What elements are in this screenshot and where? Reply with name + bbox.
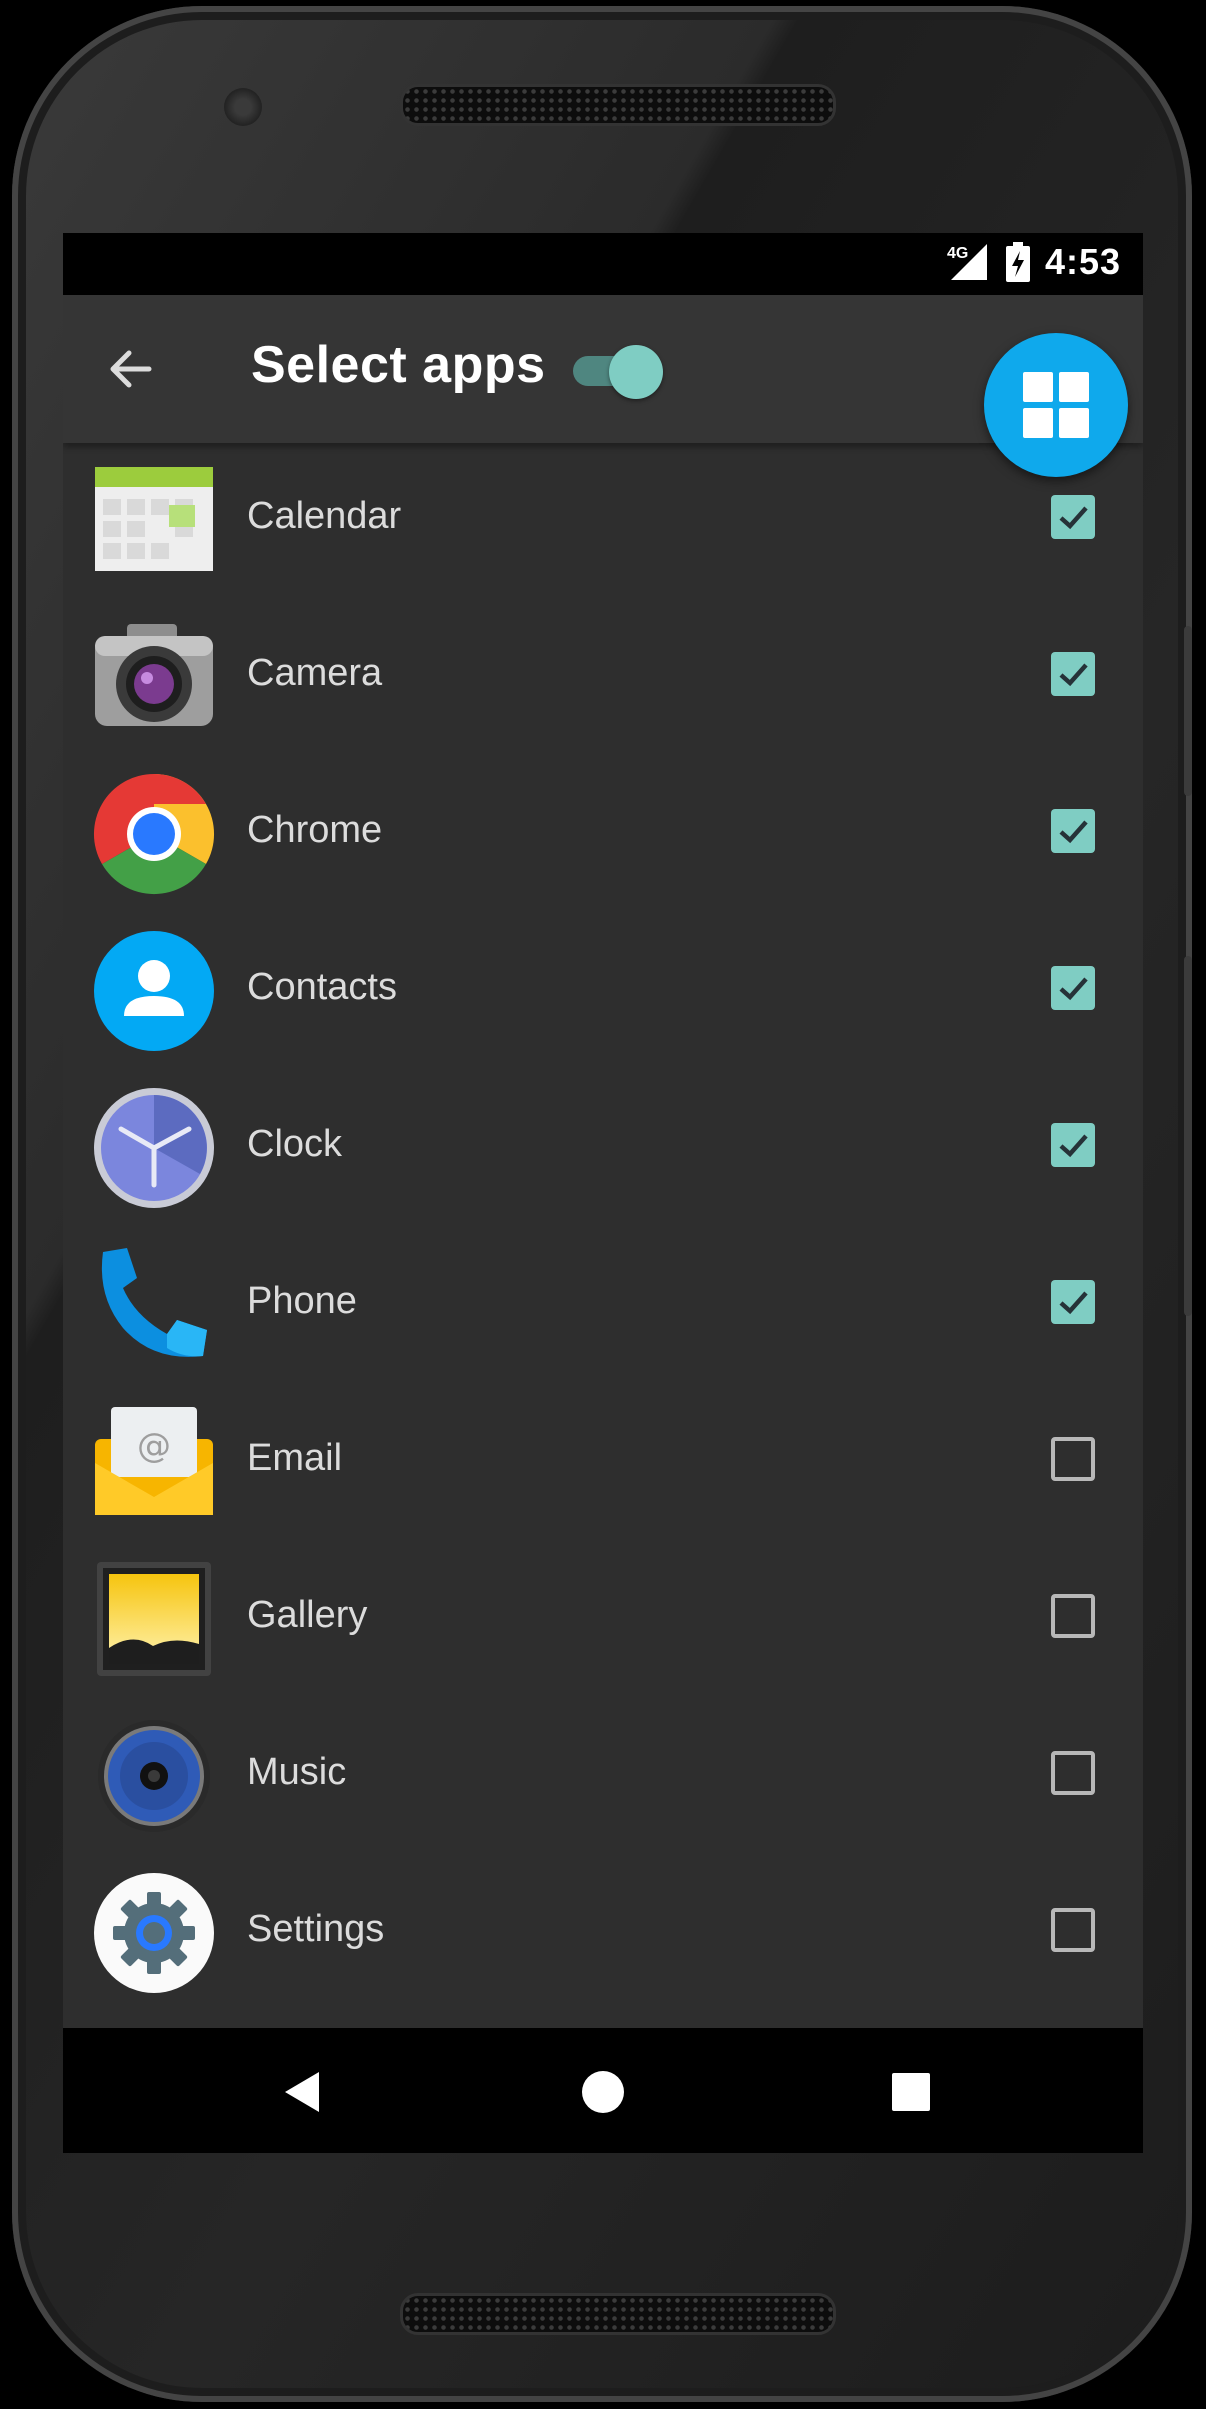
screen: 4G 4:53 Select apps Calendar Camera Chro… (63, 233, 1143, 2153)
list-item[interactable]: Calendar (63, 443, 1143, 600)
toggle-thumb (609, 345, 663, 399)
check-icon (1059, 1134, 1088, 1158)
grid-icon-cell (1023, 408, 1053, 438)
app-label: Music (247, 1751, 347, 1793)
svg-text:@: @ (137, 1426, 171, 1466)
signal-icon: 4G (947, 244, 987, 280)
nav-recents-icon[interactable] (883, 2064, 939, 2120)
check-icon (1059, 1291, 1088, 1315)
power-button (1184, 956, 1192, 1316)
check-icon (1059, 977, 1088, 1001)
email-icon: @ (95, 1407, 213, 1515)
app-checkbox[interactable] (1051, 652, 1095, 696)
back-arrow-icon[interactable] (101, 339, 161, 399)
check-icon (1059, 663, 1088, 687)
app-list: Calendar Camera Chrome Contacts Clock Ph… (63, 443, 1143, 2013)
app-label: Calendar (247, 495, 402, 537)
check-icon (1059, 506, 1088, 530)
phone-icon (101, 1248, 207, 1357)
front-camera (224, 88, 262, 126)
app-checkbox[interactable] (1051, 1437, 1095, 1481)
list-item[interactable]: Gallery (63, 1542, 1143, 1699)
app-checkbox[interactable] (1051, 1751, 1095, 1795)
list-item[interactable]: Phone (63, 1228, 1143, 1385)
list-item[interactable]: Camera (63, 600, 1143, 757)
app-checkbox[interactable] (1051, 966, 1095, 1010)
select-all-toggle[interactable] (569, 345, 663, 399)
status-bar: 4G 4:53 (63, 233, 1143, 295)
app-checkbox[interactable] (1051, 1280, 1095, 1324)
grid-icon-cell (1059, 372, 1089, 402)
calendar-icon (95, 467, 213, 571)
list-item[interactable]: Music (63, 1699, 1143, 1856)
battery-charging-icon (1005, 242, 1030, 282)
camera-icon (95, 624, 213, 726)
volume-button (1184, 626, 1192, 796)
app-label: Camera (247, 652, 383, 694)
contacts-icon (94, 931, 214, 1051)
list-item[interactable]: Chrome (63, 757, 1143, 914)
bottom-speaker (400, 2293, 836, 2335)
chrome-icon (93, 774, 215, 895)
clock-icon (94, 1088, 214, 1208)
app-label: Phone (247, 1280, 357, 1322)
music-icon (98, 1720, 210, 1832)
page-title: Select apps (251, 336, 546, 394)
app-checkbox[interactable] (1051, 809, 1095, 853)
grid-icon (1023, 372, 1053, 402)
app-label: Clock (247, 1123, 343, 1165)
list-item[interactable]: Contacts (63, 914, 1143, 1071)
settings-icon (94, 1873, 214, 1993)
top-speaker (400, 84, 836, 126)
list-item[interactable]: @ Email (63, 1385, 1143, 1542)
app-label: Chrome (247, 809, 383, 851)
network-type: 4G (947, 245, 968, 262)
app-checkbox[interactable] (1051, 495, 1095, 539)
app-label: Contacts (247, 966, 397, 1008)
app-label: Email (247, 1437, 343, 1479)
gallery-icon (97, 1562, 211, 1676)
list-item[interactable]: Settings (63, 1856, 1143, 2013)
navigation-bar (63, 2028, 1143, 2153)
grid-icon-cell (1059, 408, 1089, 438)
clock-time: 4:53 (1044, 241, 1121, 282)
app-checkbox[interactable] (1051, 1594, 1095, 1638)
app-bar: Select apps (63, 295, 1143, 443)
app-label: Gallery (247, 1594, 368, 1636)
app-checkbox[interactable] (1051, 1908, 1095, 1952)
list-item[interactable]: Clock (63, 1071, 1143, 1228)
nav-home-icon[interactable] (575, 2064, 631, 2120)
app-checkbox[interactable] (1051, 1123, 1095, 1167)
app-label: Settings (247, 1908, 385, 1950)
grid-fab-button[interactable] (984, 333, 1128, 477)
check-icon (1059, 820, 1088, 844)
nav-back-icon[interactable] (277, 2064, 333, 2120)
